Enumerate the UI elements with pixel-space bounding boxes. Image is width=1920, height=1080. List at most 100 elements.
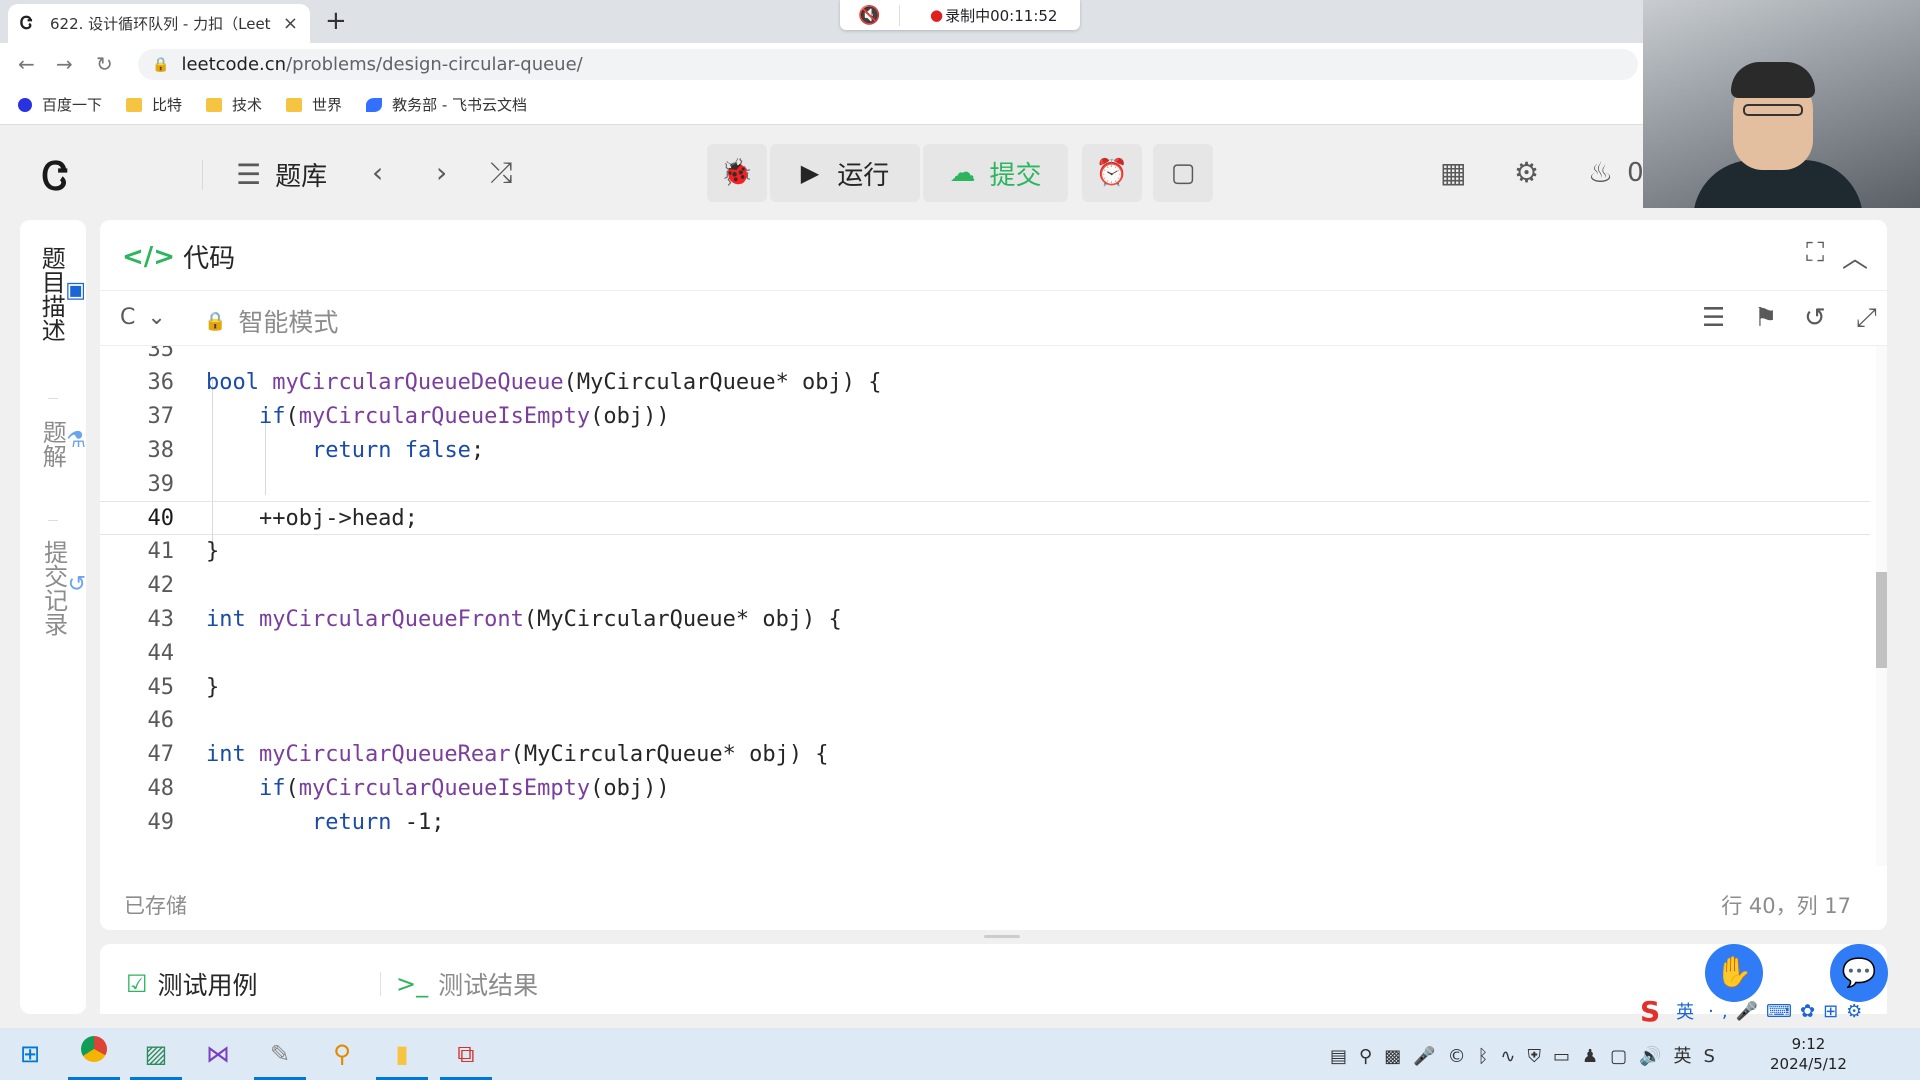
- bookmark-tech[interactable]: 技术: [206, 94, 262, 115]
- timer-button[interactable]: ⏰: [1082, 144, 1142, 202]
- visual-studio-icon[interactable]: ⋈: [200, 1036, 236, 1072]
- line-number: 44: [147, 640, 175, 666]
- code-text: if(myCircularQueueIsEmpty(obj)): [258, 775, 670, 801]
- test-results-label: 测试结果: [438, 971, 539, 1000]
- debug-button[interactable]: 🐞: [707, 144, 767, 202]
- language-select[interactable]: C ⌄: [120, 305, 166, 330]
- bookmark-bite[interactable]: 比特: [126, 94, 182, 115]
- line-number: 42: [147, 573, 175, 599]
- code-line[interactable]: 37 if(myCircularQueueIsEmpty(obj)): [100, 400, 1870, 434]
- file-explorer-icon[interactable]: ▮: [376, 1036, 428, 1080]
- browser-tab[interactable]: Ꮳ 622. 设计循环队列 - 力扣（Leet ×: [8, 4, 310, 43]
- code-text: return -1;: [311, 809, 445, 835]
- ime-toolbar: S 英 ·,🎤⌨✿⊞⚙: [1640, 994, 1920, 1028]
- code-line[interactable]: 38 return false;: [100, 433, 1870, 467]
- tab-submissions-label: 提交记录: [39, 540, 68, 636]
- reset-code-icon[interactable]: ↺: [1804, 303, 1826, 333]
- layout-icon[interactable]: ▦: [1440, 156, 1466, 189]
- bug-icon: 🐞: [720, 158, 754, 188]
- panel-resize-handle[interactable]: [984, 935, 1020, 938]
- tab-title: 622. 设计循环队列 - 力扣（Leet: [50, 15, 271, 33]
- speaker-muted-icon[interactable]: 🔇: [840, 4, 900, 26]
- collapse-chevron-up-icon[interactable]: ︿: [1842, 238, 1868, 275]
- cloud-upload-icon: ☁: [949, 158, 976, 188]
- code-line[interactable]: 49 return -1;: [100, 805, 1870, 839]
- clock-date: 2024/5/12: [1770, 1055, 1847, 1073]
- submit-button[interactable]: ☁ 提交: [923, 144, 1068, 202]
- leetcode-logo-icon[interactable]: Ꮳ: [42, 154, 68, 199]
- editor-scrollbar[interactable]: [1876, 346, 1887, 866]
- code-line[interactable]: 48 if(myCircularQueueIsEmpty(obj)): [100, 771, 1870, 805]
- format-code-icon[interactable]: ☰: [1702, 303, 1725, 333]
- back-arrow-icon[interactable]: ←: [18, 52, 35, 76]
- streak-counter[interactable]: ♨ 0: [1588, 156, 1644, 189]
- settings-gear-icon[interactable]: ⚙: [1514, 156, 1539, 189]
- editor-scrollbar-thumb[interactable]: [1876, 572, 1887, 668]
- url-field[interactable]: 🔒 leetcode.cn/problems/design-circular-q…: [138, 49, 1638, 80]
- code-editor[interactable]: 35 36 bool myCircularQueueDeQueue(MyCircul…: [100, 346, 1870, 866]
- close-tab-icon[interactable]: ×: [283, 13, 298, 34]
- lock-icon[interactable]: 🔒: [152, 57, 169, 73]
- system-tray-icons[interactable]: ▤⚲▩🎤©ᛒ∿⛨▭♟▢🔊英S: [1330, 1042, 1727, 1068]
- expand-editor-icon[interactable]: ⤢: [1856, 303, 1877, 334]
- code-line[interactable]: 42: [100, 569, 1870, 603]
- code-line[interactable]: 43 int myCircularQueueFront(MyCircularQue…: [100, 602, 1870, 636]
- code-line[interactable]: 46: [100, 704, 1870, 738]
- tab-solutions[interactable]: ⚗ 题解: [20, 420, 86, 468]
- header-divider: [202, 160, 203, 190]
- code-line[interactable]: 35: [100, 346, 1870, 366]
- bookmark-feishu[interactable]: 教务部 - 飞书云文档: [366, 94, 527, 115]
- taskbar-clock[interactable]: 9:12 2024/5/12: [1770, 1034, 1847, 1074]
- smart-mode-toggle[interactable]: 🔒 智能模式: [204, 303, 338, 339]
- line-number: 43: [147, 606, 175, 632]
- prev-problem-icon[interactable]: ‹: [372, 156, 383, 189]
- line-number: 49: [147, 809, 175, 835]
- next-problem-icon[interactable]: ›: [436, 156, 447, 189]
- bookmark-world[interactable]: 世界: [286, 94, 342, 115]
- tab-test-cases[interactable]: ☑ 测试用例: [126, 966, 258, 1002]
- ime-language[interactable]: 英: [1676, 998, 1694, 1024]
- editor-statusbar: 已存储 行 40，列 17: [100, 870, 1887, 930]
- photo-app-icon[interactable]: ▨: [130, 1036, 182, 1080]
- code-line[interactable]: 44: [100, 636, 1870, 670]
- webcam-overlay: [1643, 0, 1920, 208]
- pen-tool-icon[interactable]: ✎: [254, 1036, 306, 1080]
- submit-label: 提交: [989, 160, 1042, 191]
- bookmark-baidu[interactable]: 百度一下: [18, 94, 102, 115]
- problem-list-link[interactable]: ☰ 题库: [236, 156, 327, 193]
- code-text: int myCircularQueueRear(MyCircularQueue*…: [206, 742, 829, 768]
- code-text: bool myCircularQueueDeQueue(MyCircularQu…: [206, 370, 882, 396]
- bookmark-icon[interactable]: ⚑: [1754, 303, 1777, 333]
- reload-icon[interactable]: ↻: [96, 52, 113, 76]
- tab-test-results[interactable]: >_ 测试结果: [396, 966, 538, 1002]
- forward-arrow-icon[interactable]: →: [56, 52, 73, 76]
- leetcode-header: Ꮳ ☰ 题库 ‹ › ⤮ 🐞 ▶ 运行 ☁ 提交 ⏰ ▢ ▦ ⚙ ♨ 0: [0, 126, 1920, 222]
- run-button[interactable]: ▶ 运行: [770, 144, 920, 202]
- notes-button[interactable]: ▢: [1153, 144, 1213, 202]
- shuffle-icon[interactable]: ⤮: [490, 156, 512, 190]
- bookmark-label: 比特: [152, 96, 183, 114]
- code-line[interactable]: 45}: [100, 670, 1870, 704]
- tab-description[interactable]: ▣ 题目描述: [20, 246, 86, 342]
- code-line[interactable]: 40 ++obj->head;: [100, 501, 1870, 535]
- search-tool-icon[interactable]: ⚲: [324, 1036, 360, 1072]
- windows-start-icon[interactable]: ⊞: [12, 1036, 48, 1072]
- tab-submissions[interactable]: ↺ 提交记录: [20, 540, 86, 636]
- code-panel: </> 代码 ⛶ ︿ C ⌄ 🔒 智能模式 ☰ ⚑ ↺ ⤢ 35 36 bool m…: [100, 220, 1887, 930]
- code-line[interactable]: 47 int myCircularQueueRear(MyCircularQueu…: [100, 738, 1870, 772]
- sogou-ime-icon[interactable]: S: [1640, 995, 1660, 1028]
- code-line[interactable]: 36 bool myCircularQueueDeQueue(MyCircular…: [100, 366, 1870, 400]
- ime-tools-icon[interactable]: ·,🎤⌨✿⊞⚙: [1708, 1001, 1870, 1022]
- clock-time: 9:12: [1791, 1035, 1826, 1053]
- code-line[interactable]: 41}: [100, 535, 1870, 569]
- sidebar-divider: [48, 398, 58, 399]
- pdf-reader-icon[interactable]: ⧉: [440, 1036, 492, 1080]
- new-tab-button[interactable]: +: [325, 6, 347, 36]
- checkbox-icon: ☑: [126, 970, 148, 998]
- chrome-icon[interactable]: [68, 1036, 120, 1080]
- code-line[interactable]: 39: [100, 467, 1870, 501]
- fullscreen-icon[interactable]: ⛶: [1806, 238, 1824, 269]
- address-bar-row: ← → ↻ 🔒 leetcode.cn/problems/design-circ…: [0, 43, 1920, 85]
- smart-mode-label: 智能模式: [238, 308, 339, 337]
- tab-solutions-label: 题解: [38, 420, 67, 468]
